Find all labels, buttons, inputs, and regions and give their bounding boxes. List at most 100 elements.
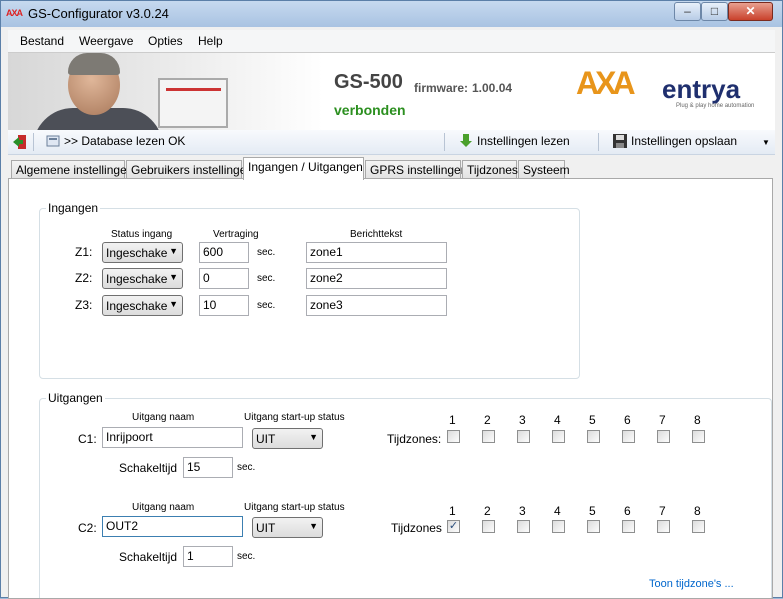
- column-vertraging: Vertraging: [213, 229, 259, 240]
- exit-icon[interactable]: [13, 134, 27, 153]
- timezone-number: 6: [624, 413, 631, 427]
- timezone-checkbox[interactable]: [517, 430, 530, 443]
- output-label: C1:: [78, 432, 97, 446]
- timezone-checkbox[interactable]: [587, 520, 600, 533]
- timezone-number: 3: [519, 413, 526, 427]
- read-settings-button[interactable]: Instellingen lezen: [459, 134, 570, 148]
- output-startup-select[interactable]: UIT ▼: [252, 517, 323, 538]
- menu-help[interactable]: Help: [198, 34, 223, 48]
- switch-time-label: Schakeltijd: [119, 461, 178, 475]
- output-label: C2:: [78, 521, 97, 535]
- timezone-checkbox[interactable]: [447, 430, 460, 443]
- timezone-number: 4: [554, 504, 561, 518]
- switch-time-input[interactable]: 1: [183, 546, 233, 567]
- timezone-number: 6: [624, 504, 631, 518]
- timezone-checkbox[interactable]: ✓: [447, 520, 460, 533]
- dropdown-arrow-icon: ▼: [169, 299, 178, 309]
- output-name-input[interactable]: Inrijpoort: [102, 427, 243, 448]
- tab-algemene-instellingen[interactable]: Algemene instellingen: [11, 160, 133, 179]
- save-settings-button[interactable]: Instellingen opslaan: [613, 134, 737, 148]
- timezone-number: 8: [694, 504, 701, 518]
- column-status-ingang: Status ingang: [111, 229, 173, 240]
- timezone-number: 2: [484, 413, 491, 427]
- dropdown-arrow-icon: ▼: [169, 272, 178, 282]
- timezone-checkbox[interactable]: [692, 430, 705, 443]
- timezone-checkbox[interactable]: [657, 520, 670, 533]
- tab-systeem[interactable]: Systeem: [518, 160, 570, 179]
- zone-delay-input[interactable]: 0: [199, 268, 249, 289]
- tab-ingangen-uitgangen[interactable]: Ingangen / Uitgangen: [243, 157, 364, 180]
- timezone-checkbox[interactable]: [622, 430, 635, 443]
- dropdown-arrow-icon: ▼: [309, 432, 318, 442]
- timezone-number: 7: [659, 504, 666, 518]
- app-icon: AXA: [6, 8, 23, 18]
- timezone-number: 1: [449, 413, 456, 427]
- zone-status-select[interactable]: Ingeschake ▼: [102, 268, 183, 289]
- zone-message-input[interactable]: zone1: [306, 242, 447, 263]
- device-model: GS-500: [334, 71, 403, 93]
- timezone-number: 4: [554, 413, 561, 427]
- unit-label: sec.: [237, 551, 256, 562]
- unit-label: sec.: [237, 462, 256, 473]
- dropdown-arrow-icon: ▼: [309, 521, 318, 531]
- tab-gprs-instellingen[interactable]: GPRS instellingen: [365, 160, 467, 179]
- zone-status-select[interactable]: Ingeschake ▼: [102, 242, 183, 263]
- output-name-input[interactable]: OUT2: [102, 516, 243, 537]
- menu-weergave[interactable]: Weergave: [79, 34, 133, 48]
- tab-panel-ingangen-uitgangen: Ingangen Status ingang Vertraging Berich…: [8, 178, 773, 599]
- database-status-text: >> Database lezen OK: [64, 134, 186, 148]
- zone-status-select[interactable]: Ingeschake ▼: [102, 295, 183, 316]
- timezone-checkbox[interactable]: [692, 520, 705, 533]
- tab-bar: Algemene instellingen Gebruikers instell…: [8, 157, 775, 180]
- minimize-button[interactable]: –: [674, 2, 701, 21]
- zone-message-input[interactable]: zone2: [306, 268, 447, 289]
- toolbar-overflow-chevron-icon[interactable]: ▼: [762, 138, 770, 147]
- switch-time-label: Schakeltijd: [119, 550, 178, 564]
- timezone-checkbox[interactable]: [517, 520, 530, 533]
- output-startup-select[interactable]: UIT ▼: [252, 428, 323, 449]
- timezone-number: 8: [694, 413, 701, 427]
- logo-mark: AXA: [576, 65, 636, 101]
- switch-time-input[interactable]: 15: [183, 457, 233, 478]
- show-timezones-link[interactable]: Toon tijdzone's ...: [649, 578, 734, 590]
- timezone-checkbox[interactable]: [482, 430, 495, 443]
- zone-delay-input[interactable]: 600: [199, 242, 249, 263]
- unit-label: sec.: [257, 300, 276, 311]
- column-startup-status: Uitgang start-up status: [244, 412, 345, 423]
- menu-opties[interactable]: Opties: [148, 34, 183, 48]
- timezone-checkbox[interactable]: [657, 430, 670, 443]
- timezone-number: 3: [519, 504, 526, 518]
- close-button[interactable]: ✕: [728, 2, 773, 21]
- tab-tijdzones[interactable]: Tijdzones: [462, 160, 518, 179]
- zone-label: Z3:: [75, 298, 93, 312]
- timezone-number: 2: [484, 504, 491, 518]
- timezone-checkbox[interactable]: [482, 520, 495, 533]
- zone-delay-input[interactable]: 10: [199, 295, 249, 316]
- tab-gebruikers-instellingen[interactable]: Gebruikers instellingen: [126, 160, 253, 179]
- zone-label: Z2:: [75, 271, 93, 285]
- timezone-number: 1: [449, 504, 456, 518]
- timezones-label: Tijdzones:: [387, 432, 442, 446]
- zone-label: Z1:: [75, 245, 93, 259]
- outputs-group-title: Uitgangen: [46, 391, 105, 405]
- maximize-button[interactable]: □: [701, 2, 728, 21]
- column-uitgang-naam: Uitgang naam: [132, 502, 195, 513]
- timezone-checkbox[interactable]: [622, 520, 635, 533]
- timezone-checkbox[interactable]: [552, 520, 565, 533]
- menu-bestand[interactable]: Bestand: [20, 34, 64, 48]
- zone-message-input[interactable]: zone3: [306, 295, 447, 316]
- download-arrow-icon: [460, 134, 472, 147]
- window-title: GS-Configurator v3.0.24: [28, 6, 169, 21]
- database-icon: [46, 135, 60, 147]
- column-uitgang-naam: Uitgang naam: [132, 412, 195, 423]
- timezone-checkbox[interactable]: [552, 430, 565, 443]
- unit-label: sec.: [257, 273, 276, 284]
- firmware-label: firmware:: [414, 81, 469, 95]
- timezone-number: 7: [659, 413, 666, 427]
- logo-word: entrya: [662, 74, 741, 104]
- timezone-checkbox[interactable]: [587, 430, 600, 443]
- logo-tagline: Plug & play home automation: [676, 103, 755, 109]
- menu-bar: Bestand Weergave Opties Help: [8, 30, 775, 52]
- column-startup-status: Uitgang start-up status: [244, 502, 345, 513]
- floppy-disk-icon: [613, 134, 627, 148]
